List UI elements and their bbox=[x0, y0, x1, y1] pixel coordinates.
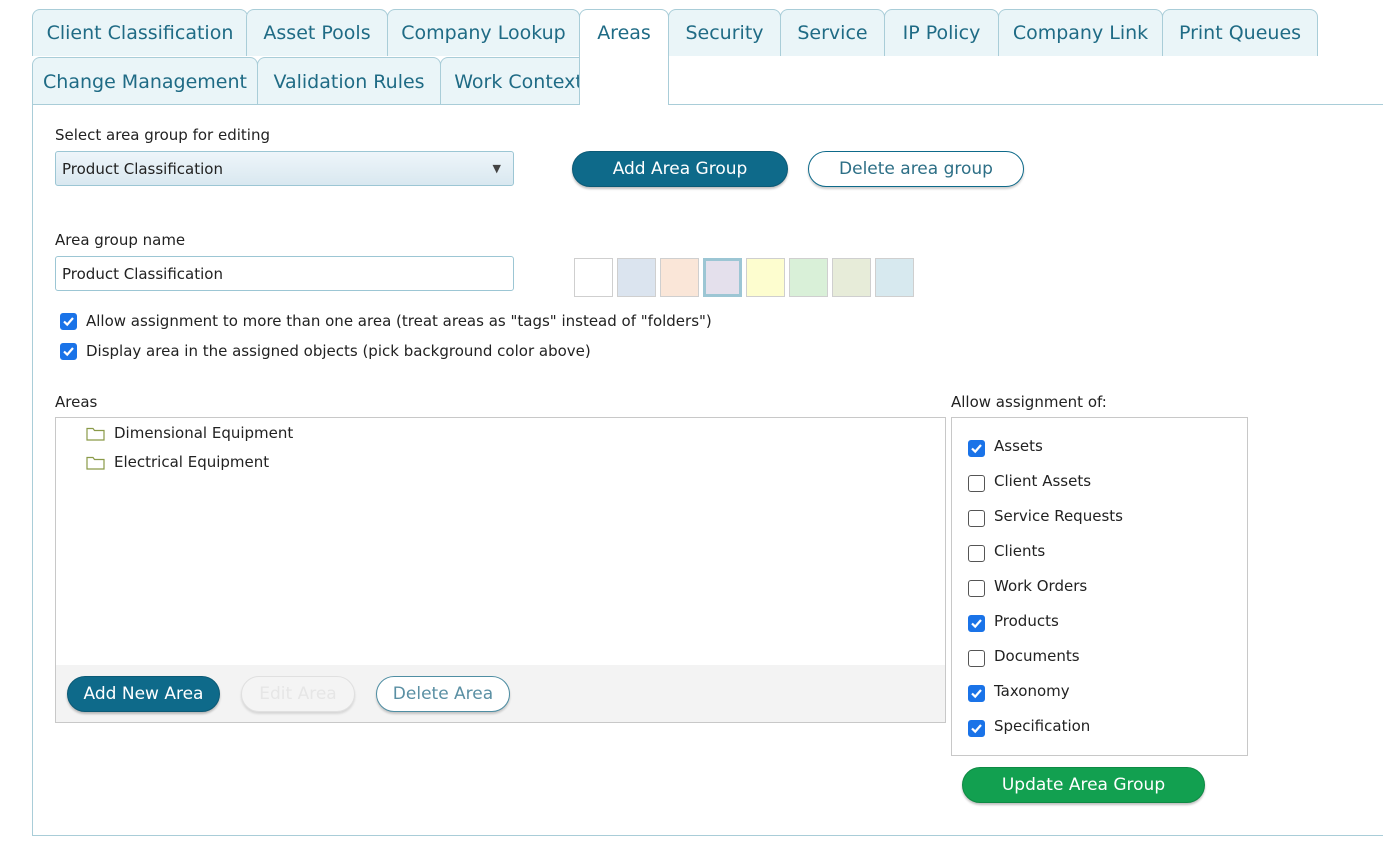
folder-icon bbox=[86, 456, 105, 470]
assign-documents-checkbox[interactable] bbox=[968, 650, 985, 667]
assign-clients-label: Clients bbox=[994, 542, 1046, 560]
checkmark-icon bbox=[971, 619, 982, 629]
assign-documents-label: Documents bbox=[994, 647, 1080, 665]
area-group-name-input[interactable] bbox=[55, 256, 514, 291]
color-swatch-lavender[interactable] bbox=[703, 258, 742, 297]
assign-client-assets-label: Client Assets bbox=[994, 472, 1092, 490]
checkmark-icon bbox=[971, 689, 982, 699]
assign-specification-checkbox[interactable] bbox=[968, 720, 985, 737]
color-swatch-blue[interactable] bbox=[617, 258, 656, 297]
delete-area-group-button[interactable]: Delete area group bbox=[808, 151, 1024, 187]
group-name-label: Area group name bbox=[55, 231, 186, 249]
color-swatch-olive[interactable] bbox=[832, 258, 871, 297]
allow-assignment-label: Allow assignment of: bbox=[951, 393, 1107, 411]
checkmark-icon bbox=[63, 317, 74, 327]
checkmark-icon bbox=[971, 724, 982, 734]
tab-company-link[interactable]: Company Link bbox=[998, 9, 1163, 56]
update-area-group-button[interactable]: Update Area Group bbox=[962, 767, 1205, 803]
assign-specification-label: Specification bbox=[994, 717, 1091, 735]
tab-areas[interactable]: Areas bbox=[579, 9, 669, 105]
color-swatch-green[interactable] bbox=[789, 258, 828, 297]
dropdown-arrow-icon: ▼ bbox=[492, 162, 501, 175]
assign-work-orders-label: Work Orders bbox=[994, 577, 1088, 595]
multi-assign-checkbox[interactable] bbox=[60, 313, 77, 330]
color-swatch-peach[interactable] bbox=[660, 258, 699, 297]
area-group-select[interactable]: Product Classification ▼ bbox=[55, 151, 514, 186]
color-swatch-white[interactable] bbox=[574, 258, 613, 297]
area-group-select-value: Product Classification bbox=[62, 159, 223, 178]
assign-clients-checkbox[interactable] bbox=[968, 545, 985, 562]
checkmark-icon bbox=[971, 444, 982, 454]
tab-ip-policy[interactable]: IP Policy bbox=[884, 9, 999, 56]
edit-area-button[interactable]: Edit Area bbox=[241, 676, 355, 712]
display-area-checkbox[interactable] bbox=[60, 343, 77, 360]
assign-assets-label: Assets bbox=[994, 437, 1043, 455]
tab-change-management[interactable]: Change Management bbox=[32, 57, 258, 105]
tab-service[interactable]: Service bbox=[780, 9, 885, 56]
folder-icon bbox=[86, 427, 105, 441]
assign-assets-checkbox[interactable] bbox=[968, 440, 985, 457]
checkmark-icon bbox=[63, 347, 74, 357]
assign-products-checkbox[interactable] bbox=[968, 615, 985, 632]
tab-asset-pools[interactable]: Asset Pools bbox=[246, 9, 388, 56]
add-area-group-button[interactable]: Add Area Group bbox=[572, 151, 788, 187]
tree-item-electrical-equipment[interactable]: Electrical Equipment bbox=[86, 453, 269, 471]
assign-taxonomy-checkbox[interactable] bbox=[968, 685, 985, 702]
assign-service-requests-checkbox[interactable] bbox=[968, 510, 985, 527]
assign-work-orders-checkbox[interactable] bbox=[968, 580, 985, 597]
assign-taxonomy-label: Taxonomy bbox=[994, 682, 1070, 700]
tab-validation-rules[interactable]: Validation Rules bbox=[257, 57, 441, 105]
display-area-label: Display area in the assigned objects (pi… bbox=[86, 342, 591, 360]
tab-client-classification[interactable]: Client Classification bbox=[32, 9, 248, 56]
tree-item-dimensional-equipment[interactable]: Dimensional Equipment bbox=[86, 424, 293, 442]
assign-products-label: Products bbox=[994, 612, 1059, 630]
color-swatch-teal[interactable] bbox=[875, 258, 914, 297]
multi-assign-label: Allow assignment to more than one area (… bbox=[86, 312, 712, 330]
assign-service-requests-label: Service Requests bbox=[994, 507, 1123, 525]
group-select-label: Select area group for editing bbox=[55, 126, 270, 144]
color-swatch-yellow[interactable] bbox=[746, 258, 785, 297]
delete-area-button[interactable]: Delete Area bbox=[376, 676, 510, 712]
tab-company-lookup[interactable]: Company Lookup bbox=[387, 9, 580, 56]
tree-item-label: Electrical Equipment bbox=[114, 453, 270, 471]
tree-item-label: Dimensional Equipment bbox=[114, 424, 294, 442]
areas-label: Areas bbox=[55, 393, 98, 411]
tab-security[interactable]: Security bbox=[668, 9, 781, 56]
tab-print-queues[interactable]: Print Queues bbox=[1162, 9, 1318, 56]
add-new-area-button[interactable]: Add New Area bbox=[67, 676, 220, 712]
assign-client-assets-checkbox[interactable] bbox=[968, 475, 985, 492]
